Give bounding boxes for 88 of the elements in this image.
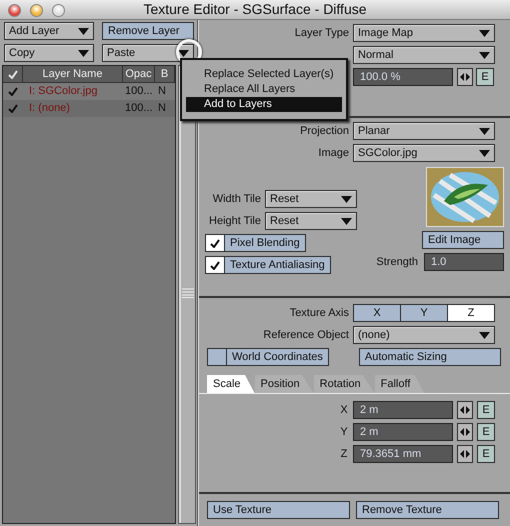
tile-dropdown[interactable]: Reset (265, 212, 357, 230)
field-label: Height Tile (208, 214, 261, 229)
dropdown[interactable]: Copy (4, 44, 94, 62)
left-right-arrows-icon (460, 73, 470, 81)
scale-field[interactable]: 79.3651 mm (353, 445, 453, 463)
automatic-sizing-button[interactable]: Automatic Sizing (358, 348, 501, 366)
blending-mode-dropdown[interactable]: Normal (353, 46, 495, 64)
checkmark-icon[interactable] (8, 87, 18, 96)
checkbox[interactable] (207, 348, 227, 366)
remove-texture-button[interactable]: Remove Texture (356, 501, 499, 519)
zoom-button[interactable] (52, 4, 65, 17)
dropdown-arrow-icon (479, 128, 490, 134)
paste-dropdown[interactable]: Paste (102, 44, 194, 62)
table-cell-text: 100... (124, 84, 154, 100)
opacity-field[interactable]: 100.0 % (353, 68, 453, 86)
axis-option[interactable]: Z (447, 304, 495, 322)
layer-name: I: (none) (28, 101, 71, 116)
dropdown[interactable]: Add Layer (4, 22, 94, 40)
use-texture-button[interactable]: Use Texture (207, 501, 350, 519)
projection-dropdown[interactable]: Planar (353, 122, 495, 140)
left-right-arrows-icon (460, 428, 470, 436)
edit-image-button[interactable]: Edit Image (422, 231, 504, 249)
field-label: Texture Axis (290, 306, 349, 321)
field-label: Projection (300, 124, 349, 139)
checkbox-label[interactable]: World Coordinates (226, 348, 329, 366)
table-cell-text: 100... (124, 101, 154, 116)
envelope-button[interactable]: E (477, 401, 495, 419)
tab[interactable]: Falloff (374, 375, 424, 393)
strength-field[interactable]: 1.0 (424, 253, 504, 271)
close-button[interactable] (8, 4, 21, 17)
field-label: Y (339, 424, 349, 440)
checkmark-icon (210, 238, 220, 248)
envelope-button[interactable]: E (477, 423, 495, 441)
column-header[interactable]: Layer Name (23, 66, 123, 82)
dropdown-arrow-icon (479, 52, 490, 58)
tab[interactable]: Position (254, 375, 314, 393)
field-label: Image (318, 146, 349, 161)
scale-field[interactable]: 2 m (353, 401, 453, 419)
reference-object-dropdown[interactable]: (none) (353, 326, 495, 344)
dropdown-arrow-icon (341, 196, 352, 202)
tile-dropdown[interactable]: Reset (265, 190, 357, 208)
checkmark-icon (210, 260, 220, 270)
field-label: Z (340, 446, 348, 462)
dropdown-arrow-icon (341, 218, 352, 224)
checkmark-icon[interactable] (8, 104, 18, 113)
tab[interactable]: Scale (207, 375, 255, 393)
left-right-arrows-icon (460, 450, 470, 458)
remove-layer-button[interactable]: Remove Layer (102, 22, 194, 40)
layer-name: I: SGColor.jpg (28, 84, 98, 100)
axis-option[interactable]: Y (400, 304, 448, 322)
drag-arrows-button[interactable] (457, 401, 473, 419)
menu-item[interactable]: Add to Layers (186, 97, 342, 112)
checkbox[interactable] (205, 234, 225, 252)
left-right-arrows-icon (460, 406, 470, 414)
dropdown-arrow-icon (479, 150, 490, 156)
axis-option[interactable]: X (353, 304, 401, 322)
column-header[interactable]: Opac (123, 66, 155, 82)
envelope-button[interactable]: E (477, 445, 495, 463)
tab[interactable]: Rotation (314, 375, 375, 393)
grip-icon[interactable] (182, 288, 194, 298)
field-label: Strength (376, 254, 418, 270)
window-title: Texture Editor - SGSurface - Diffuse (143, 0, 367, 19)
layer-row[interactable]: I: (none) 100... N (3, 100, 175, 117)
dropdown-arrow-icon (479, 30, 490, 36)
image-dropdown[interactable]: SGColor.jpg (353, 144, 495, 162)
checkbox-label[interactable]: Pixel Blending (224, 234, 306, 252)
checkbox-label[interactable]: Texture Antialiasing (224, 256, 331, 274)
field-label: Width Tile (212, 192, 261, 207)
dropdown-arrow-icon (78, 50, 89, 56)
drag-arrows-button[interactable] (457, 68, 473, 86)
envelope-button[interactable]: E (476, 68, 494, 86)
checkmark-icon (8, 70, 18, 78)
table-cell-text: N (157, 101, 167, 116)
drag-arrows-button[interactable] (457, 423, 473, 441)
checkbox[interactable] (205, 256, 225, 274)
minimize-button[interactable] (30, 4, 43, 17)
column-header[interactable]: B (155, 66, 175, 82)
menu-item[interactable]: Replace All Layers (186, 82, 342, 97)
table-cell-text: N (157, 84, 167, 100)
menu-item[interactable]: Replace Selected Layer(s) (186, 67, 342, 82)
dropdown-arrow-icon (479, 332, 490, 338)
drag-arrows-button[interactable] (457, 445, 473, 463)
layer-type-dropdown[interactable]: Image Map (353, 24, 495, 42)
scale-field[interactable]: 2 m (353, 423, 453, 441)
field-label: X (339, 402, 349, 418)
field-label: Reference Object (263, 328, 349, 343)
field-label: Layer Type (294, 26, 349, 41)
dropdown-arrow-icon (78, 28, 89, 34)
